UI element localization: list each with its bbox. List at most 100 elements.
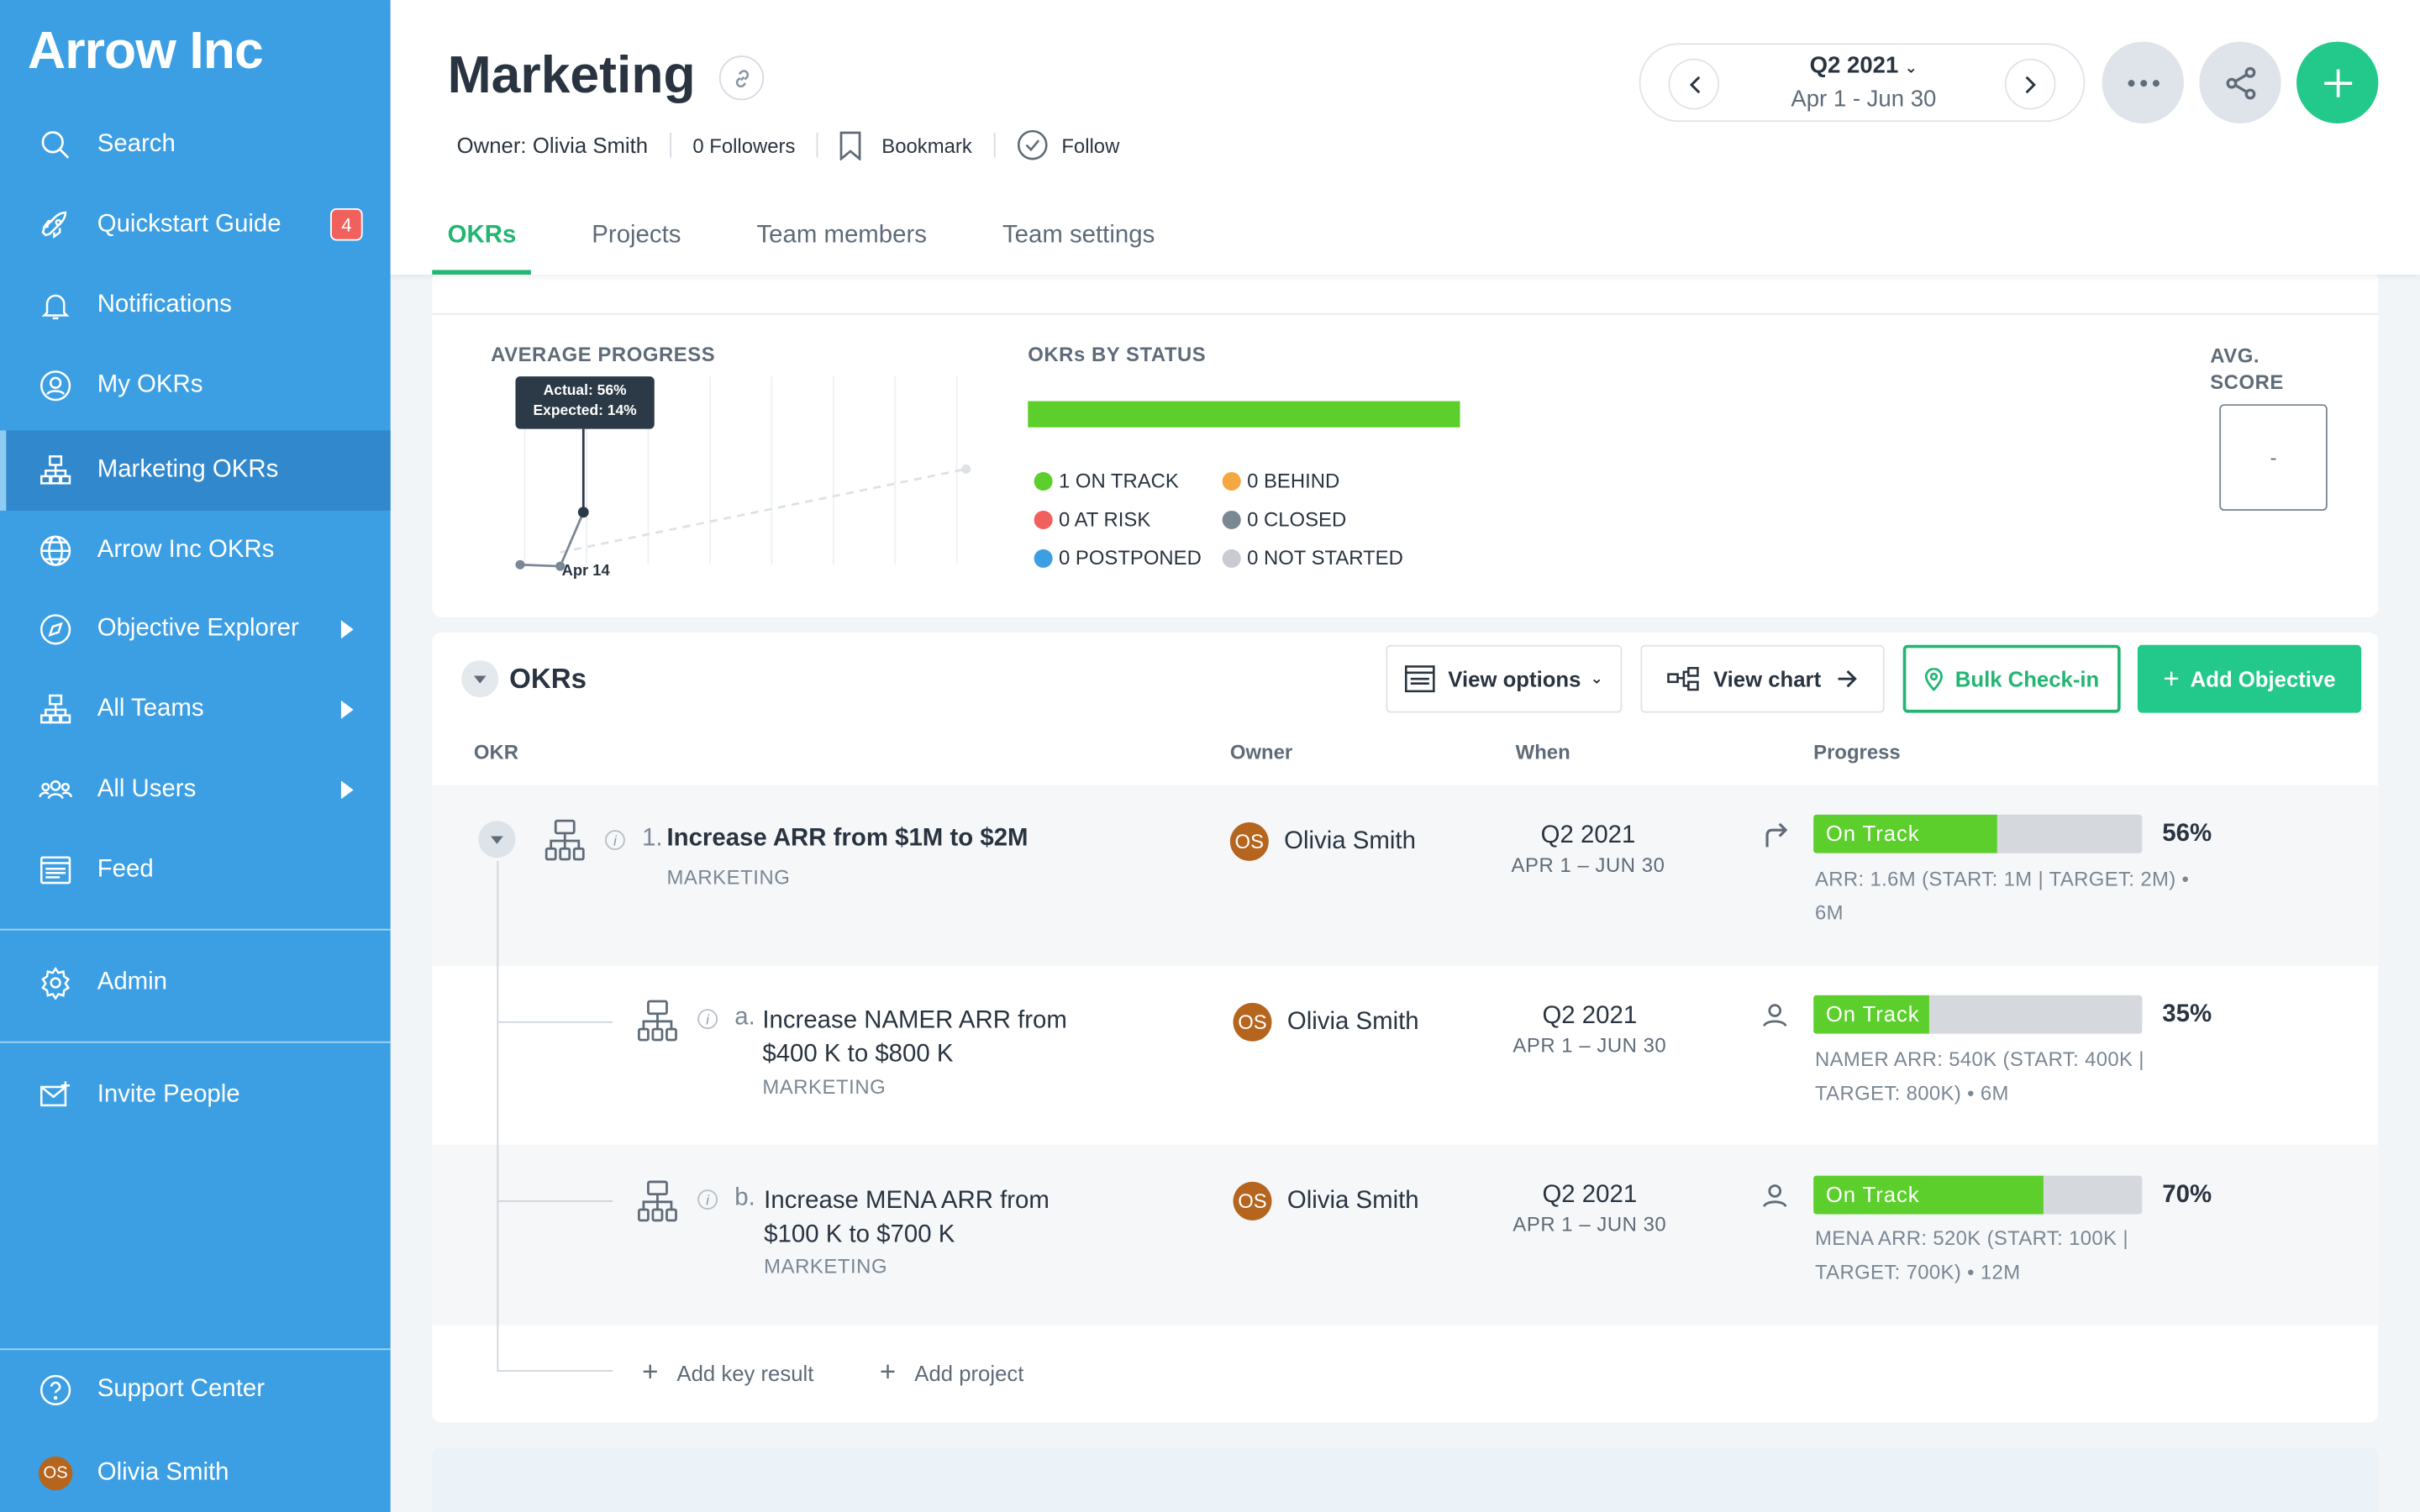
owner-cell[interactable]: OS Olivia Smith [1233, 1181, 1419, 1221]
page-header: Marketing Owner: Olivia Smith 0 Follower… [390, 0, 2420, 275]
when-quarter: Q2 2021 [1540, 822, 1636, 849]
status-dot [1034, 510, 1053, 529]
sidebar-item-admin[interactable]: Admin [0, 942, 391, 1023]
progress-description: NAMER ARR: 540K (START: 400K | TARGET: 80… [1815, 1043, 2144, 1111]
key-result-title[interactable]: Increase NAMER ARR from $400 K to $800 K [762, 1005, 1067, 1073]
key-result-title[interactable]: Increase MENA ARR from $100 K to $700 K [764, 1185, 1050, 1253]
compass-icon [37, 611, 74, 648]
info-icon[interactable]: i [697, 1189, 718, 1210]
add-key-result-link[interactable]: + Add key result [642, 1356, 813, 1389]
bookmark-button[interactable]: Bookmark [840, 130, 972, 160]
tab-projects[interactable]: Projects [592, 216, 681, 275]
copy-link-button[interactable] [718, 55, 765, 101]
when-cell: Q2 2021 APR 1 – JUN 30 [1489, 1003, 1690, 1057]
objective-org-icon [544, 819, 585, 861]
sidebar-item-search[interactable]: Search [0, 105, 391, 186]
sidebar-item-marketing-okrs[interactable]: Marketing OKRs [0, 430, 391, 511]
info-icon[interactable]: i [604, 830, 625, 851]
status-legend-postponed: 0 POSTPONED [1034, 546, 1202, 570]
sidebar-item-my-okrs[interactable]: My OKRs [0, 345, 391, 426]
owner-cell[interactable]: OS Olivia Smith [1233, 1002, 1419, 1042]
objective-index: 1. [642, 825, 663, 852]
sidebar-item-invite-people[interactable]: Invite People [0, 1055, 391, 1136]
okrs-collapse-button[interactable] [461, 660, 499, 698]
sidebar-item-notifications[interactable]: Notifications [0, 265, 391, 346]
list-icon [1405, 665, 1436, 693]
when-range: APR 1 – JUN 30 [1511, 853, 1665, 877]
followers-count[interactable]: 0 Followers [692, 134, 795, 157]
plus-icon: + [642, 1356, 659, 1388]
share-icon [2225, 66, 2255, 99]
owner-name[interactable]: Olivia Smith [533, 133, 648, 157]
team-tag[interactable]: MARKETING [762, 1075, 886, 1099]
objective-title[interactable]: Increase ARR from $1M to $2M [666, 826, 1028, 853]
tab-team-members[interactable]: Team members [756, 216, 926, 275]
user-circle-icon [37, 367, 74, 404]
period-selector[interactable]: Q2 2021 ⌄ Apr 1 - Jun 30 [1639, 43, 2086, 123]
tree-line [497, 1370, 613, 1372]
create-button[interactable] [2296, 41, 2379, 123]
sidebar-item-quickstart[interactable]: Quickstart Guide 4 [0, 185, 391, 265]
status-dot [1222, 548, 1241, 567]
row-collapse-button[interactable] [478, 821, 516, 858]
okrs-section-title: OKRs [509, 663, 587, 695]
tab-okrs[interactable]: OKRs [432, 216, 533, 275]
summary-divider [432, 312, 2379, 315]
share-button[interactable] [2199, 41, 2281, 123]
more-options-button[interactable] [2102, 41, 2184, 123]
owner-name: Olivia Smith [1284, 827, 1416, 854]
period-quarter-label: Q2 2021 [1809, 52, 1899, 79]
column-header-owner: Owner [1229, 740, 1293, 764]
chart-date-label: Apr 14 [561, 563, 610, 580]
sidebar-item-all-teams[interactable]: All Teams [0, 669, 391, 750]
map-pin-icon [1924, 667, 1943, 690]
plus-icon: + [879, 1356, 897, 1388]
progress-bar[interactable]: On Track [1813, 1175, 2143, 1215]
sidebar-user-profile[interactable]: OS Olivia Smith [0, 1433, 391, 1512]
progress-description-line: 6M [1814, 900, 1844, 925]
brand-logo[interactable]: Arrow Inc [28, 22, 264, 82]
team-tag[interactable]: MARKETING [764, 1254, 887, 1278]
search-icon [37, 127, 74, 164]
owner-cell[interactable]: OS Olivia Smith [1229, 822, 1416, 861]
notification-badge: 4 [330, 207, 363, 241]
sidebar-item-all-users[interactable]: All Users [0, 750, 391, 831]
envelope-plus-icon [37, 1077, 74, 1114]
sidebar-item-feed[interactable]: Feed [0, 830, 391, 911]
next-period-button[interactable] [2004, 58, 2056, 110]
sidebar-item-arrow-inc-okrs[interactable]: Arrow Inc OKRs [0, 511, 391, 591]
info-icon[interactable]: i [697, 1009, 718, 1030]
progress-bar[interactable]: On Track [1813, 814, 2143, 853]
check-circle-icon [1017, 129, 1048, 160]
sidebar-item-objective-explorer[interactable]: Objective Explorer [0, 590, 391, 670]
sidebar-item-label: All Teams [97, 696, 204, 722]
plus-icon: + [2163, 662, 2180, 694]
progress-bar[interactable]: On Track [1813, 995, 2143, 1034]
avg-score-label: AVG. SCORE [2210, 344, 2284, 394]
status-text: 0 POSTPONED [1058, 546, 1202, 570]
expand-arrow-icon[interactable] [340, 700, 354, 719]
expand-arrow-icon[interactable] [340, 620, 354, 639]
add-objective-button[interactable]: + Add Objective [2137, 644, 2362, 713]
sidebar-item-label: Support Center [97, 1376, 266, 1403]
tab-team-settings[interactable]: Team settings [1002, 216, 1155, 275]
progress-percent: 35% [2162, 1001, 2212, 1028]
progress-description-line: MENA ARR: 520K (START: 100K | [1814, 1226, 2128, 1250]
tree-line [497, 1021, 613, 1023]
follow-button[interactable]: Follow [1017, 129, 1119, 160]
owner-name: Olivia Smith [1286, 1008, 1419, 1035]
view-options-button[interactable]: View options ⌄ [1386, 644, 1623, 713]
bulk-checkin-button[interactable]: Bulk Check-in [1902, 644, 2121, 713]
expand-arrow-icon[interactable] [340, 780, 354, 800]
bookmark-icon [840, 130, 861, 160]
progress-status: On Track [1825, 821, 1920, 846]
tree-line [497, 860, 499, 1372]
progress-percent: 56% [2162, 821, 2212, 848]
sidebar-item-support-center[interactable]: Support Center [0, 1350, 391, 1431]
sidebar: Arrow Inc Search Quickstart Guide 4 Noti… [0, 0, 391, 1512]
add-project-link[interactable]: + Add project [880, 1356, 1023, 1389]
team-tag[interactable]: MARKETING [666, 865, 790, 889]
tab-bar: OKRs Projects Team members Team settings [432, 216, 1231, 275]
view-chart-button[interactable]: View chart [1640, 644, 1885, 713]
chevron-down-icon: ⌄ [1904, 60, 1918, 77]
